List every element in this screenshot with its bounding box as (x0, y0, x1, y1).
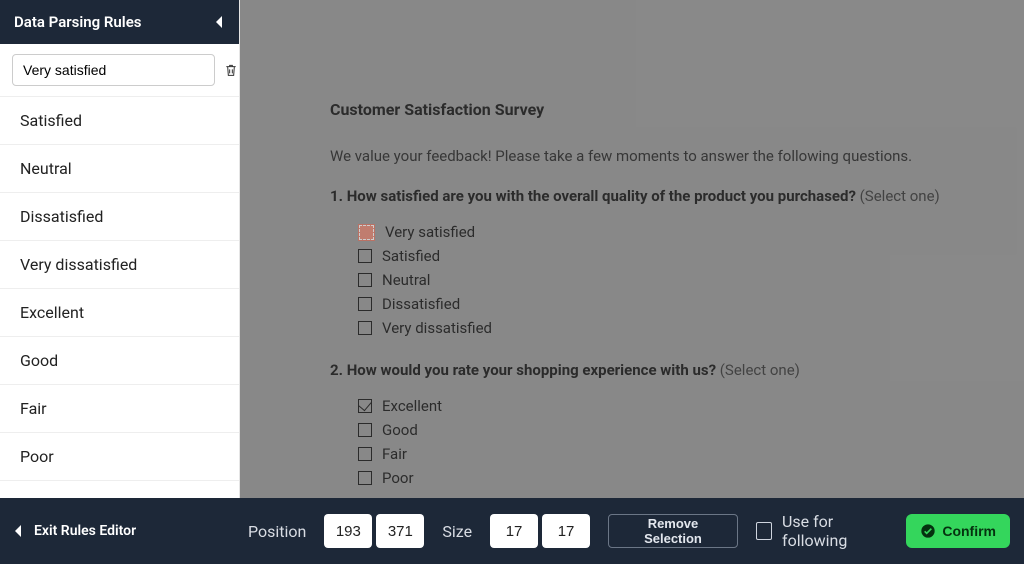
rule-item[interactable]: Good (0, 337, 239, 385)
size-inputs (490, 514, 590, 548)
document-content: Customer Satisfaction Survey We value yo… (240, 0, 1024, 498)
checkbox-icon (358, 297, 372, 311)
checkbox-icon (358, 471, 372, 485)
position-x-input[interactable] (324, 514, 372, 548)
checkbox-icon (358, 321, 372, 335)
selection-box (358, 224, 375, 241)
option-label: Satisfied (382, 247, 440, 265)
option-label: Excellent (382, 397, 442, 415)
chevron-left-icon (215, 15, 225, 29)
bottom-bar: Exit Rules Editor Position Size Remove S… (0, 498, 1024, 564)
rule-item[interactable]: Arrived on time (0, 481, 239, 498)
doc-option: Very dissatisfied (358, 319, 1004, 337)
exit-rules-editor-button[interactable]: Exit Rules Editor (14, 523, 234, 539)
check-circle-icon (920, 523, 936, 539)
doc-option: Good (358, 421, 1004, 439)
use-following-label: Use for following (782, 512, 888, 550)
option-label: Fair (382, 445, 407, 463)
delete-rule-button[interactable] (223, 60, 239, 80)
rule-item[interactable]: Satisfied (0, 97, 239, 145)
rule-item[interactable]: Excellent (0, 289, 239, 337)
option-label: Very dissatisfied (382, 319, 492, 337)
rules-list[interactable]: SatisfiedNeutralDissatisfiedVery dissati… (0, 97, 239, 498)
doc-question-1: 1. How satisfied are you with the overal… (330, 187, 1004, 205)
doc-option: Dissatisfied (358, 295, 1004, 313)
option-label: Very satisfied (385, 223, 475, 241)
checkbox-icon (358, 423, 372, 437)
use-for-following-checkbox[interactable]: Use for following (756, 512, 888, 550)
doc-q1-options: Very satisfied Satisfied Neutral Dissatisfi… (358, 223, 1004, 337)
option-label: Good (382, 421, 418, 439)
chevron-left-icon (14, 524, 24, 538)
position-inputs (324, 514, 424, 548)
sidebar: Data Parsing Rules SatisfiedNeutralDissa… (0, 0, 240, 498)
size-label: Size (442, 522, 472, 541)
size-h-input[interactable] (542, 514, 590, 548)
position-label: Position (248, 522, 306, 541)
option-label: Neutral (382, 271, 430, 289)
checkbox-icon (358, 249, 372, 263)
rule-item[interactable]: Neutral (0, 145, 239, 193)
rule-item[interactable]: Fair (0, 385, 239, 433)
doc-option: Poor (358, 469, 1004, 487)
checkbox-icon (358, 399, 372, 413)
exit-label: Exit Rules Editor (34, 523, 136, 539)
confirm-button[interactable]: Confirm (906, 514, 1010, 548)
sidebar-title: Data Parsing Rules (14, 13, 141, 31)
doc-option: Fair (358, 445, 1004, 463)
size-w-input[interactable] (490, 514, 538, 548)
checkbox-icon (358, 447, 372, 461)
doc-intro: We value your feedback! Please take a fe… (330, 147, 1004, 165)
rule-name-input[interactable] (12, 54, 215, 86)
document-pane[interactable]: Customer Satisfaction Survey We value yo… (240, 0, 1024, 498)
doc-option: Excellent (358, 397, 1004, 415)
doc-title: Customer Satisfaction Survey (330, 100, 1004, 119)
remove-selection-button[interactable]: Remove Selection (608, 514, 738, 548)
option-label: Poor (382, 469, 414, 487)
doc-q2-options: Excellent Good Fair Poor (358, 397, 1004, 487)
sidebar-header: Data Parsing Rules (0, 0, 239, 44)
checkbox-icon (756, 522, 772, 540)
doc-option: Satisfied (358, 247, 1004, 265)
rule-item[interactable]: Poor (0, 433, 239, 481)
trash-icon (223, 62, 239, 78)
checkbox-icon (358, 273, 372, 287)
doc-option: Neutral (358, 271, 1004, 289)
position-y-input[interactable] (376, 514, 424, 548)
rule-item[interactable]: Dissatisfied (0, 193, 239, 241)
rule-editor-row (0, 44, 239, 97)
collapse-sidebar-button[interactable] (215, 15, 225, 29)
option-label: Dissatisfied (382, 295, 460, 313)
doc-option: Very satisfied (358, 223, 1004, 241)
rule-item[interactable]: Very dissatisfied (0, 241, 239, 289)
doc-question-2: 2. How would you rate your shopping expe… (330, 361, 1004, 379)
